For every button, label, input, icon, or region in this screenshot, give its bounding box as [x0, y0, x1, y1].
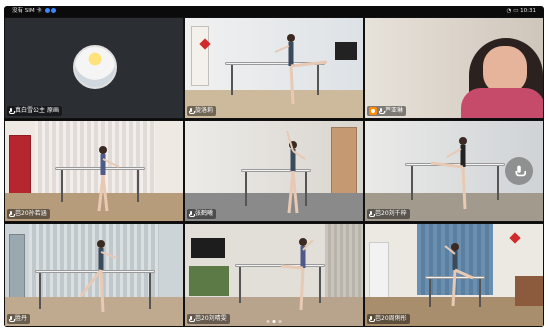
video-feed	[5, 224, 183, 326]
participant-name: 芭20周俐彤	[375, 315, 407, 322]
participant-name: 芭20刘晴雯	[195, 315, 227, 322]
status-bar: 没有 SIM 卡 ◔ ▭ 10:31	[4, 6, 544, 17]
video-tile[interactable]: 芭20孙若涵	[4, 120, 184, 222]
avatar	[73, 45, 117, 89]
page-indicator	[266, 320, 282, 323]
participant-label: 芭20刘晴雯	[187, 314, 230, 324]
microphone-icon	[369, 316, 375, 322]
participant-name: 旋洛莉	[195, 107, 214, 114]
microphone-button[interactable]	[505, 157, 533, 185]
video-tile[interactable]: 芭20刘晴雯	[184, 223, 364, 327]
video-feed	[365, 121, 543, 221]
battery-icon: ▭	[513, 8, 519, 14]
status-left: 没有 SIM 卡	[12, 6, 56, 17]
microphone-icon	[9, 211, 15, 217]
page-dot[interactable]	[266, 320, 270, 323]
video-call-screen: 没有 SIM 卡 ◔ ▭ 10:31 真白雪公主 原画 旋洛莉 芦亚琳 芭20孙…	[4, 6, 544, 327]
video-feed	[365, 224, 543, 326]
participant-name: 胜丹	[15, 315, 28, 322]
microphone-icon	[9, 108, 15, 114]
microphone-icon	[515, 165, 527, 177]
clock: 10:31	[520, 8, 536, 14]
participant-label: 胜丹	[7, 314, 31, 324]
participant-name: 芦亚琳	[385, 107, 404, 114]
microphone-icon	[189, 211, 195, 217]
video-tile[interactable]: 真白雪公主 原画	[4, 17, 184, 119]
video-tile[interactable]: 芭20刘千梓	[364, 120, 544, 222]
participant-name: 真白雪公主	[15, 107, 46, 114]
video-tile[interactable]: 旋洛莉	[184, 17, 364, 119]
microphone-icon	[189, 316, 195, 322]
participant-name: 张鹤曦	[195, 210, 214, 217]
video-feed	[5, 121, 183, 221]
participant-label: 张鹤曦	[187, 209, 217, 219]
participant-name: 芭20孙若涵	[15, 210, 47, 217]
video-feed	[185, 121, 363, 221]
participant-label: 芦亚琳	[367, 106, 407, 116]
video-tile[interactable]: 芦亚琳	[364, 17, 544, 119]
video-tile[interactable]: 芭20周俐彤	[364, 223, 544, 327]
participant-label: 旋洛莉	[187, 106, 217, 116]
app-icon	[50, 8, 56, 13]
status-right: ◔ ▭ 10:31	[507, 6, 536, 17]
video-feed	[185, 18, 363, 118]
participant-label: 芭20孙若涵	[7, 209, 50, 219]
microphone-icon	[379, 108, 385, 114]
video-feed	[185, 224, 363, 326]
page-dot-active[interactable]	[272, 320, 276, 323]
microphone-icon	[369, 211, 375, 217]
participant-label: 芭20周俐彤	[367, 314, 410, 324]
page-dot[interactable]	[278, 320, 282, 323]
video-tile[interactable]: 张鹤曦	[184, 120, 364, 222]
video-feed	[365, 18, 543, 118]
microphone-icon	[9, 316, 15, 322]
participant-tag: 原画	[47, 107, 60, 114]
carrier-text: 没有 SIM 卡	[12, 8, 42, 14]
host-icon	[369, 107, 377, 115]
app-icon	[44, 8, 50, 13]
wifi-icon: ◔	[506, 8, 512, 14]
participant-grid: 真白雪公主 原画 旋洛莉 芦亚琳 芭20孙若涵 张鹤曦 芭20刘千梓 胜丹 芭2…	[4, 17, 544, 327]
participant-name: 芭20刘千梓	[375, 210, 407, 217]
participant-label: 真白雪公主 原画	[7, 106, 63, 116]
microphone-icon	[189, 108, 195, 114]
participant-label: 芭20刘千梓	[367, 209, 410, 219]
video-tile[interactable]: 胜丹	[4, 223, 184, 327]
